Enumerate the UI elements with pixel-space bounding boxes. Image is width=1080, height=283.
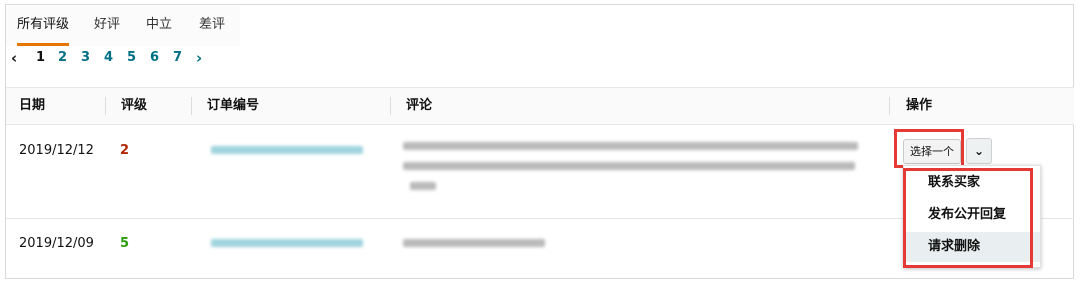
blurred-comment-line xyxy=(403,142,858,150)
blurred-comment-line xyxy=(403,162,855,170)
page-1[interactable]: 1 xyxy=(36,46,45,70)
row-rating: 2 xyxy=(120,143,130,158)
action-dropdown-menu: 联系买家 发布公开回复 请求删除 xyxy=(903,165,1041,268)
prev-page-icon[interactable]: ‹ xyxy=(11,46,17,70)
menu-item-post-public-reply[interactable]: 发布公开回复 xyxy=(904,200,1040,230)
row-rating: 5 xyxy=(120,236,130,251)
page-3[interactable]: 3 xyxy=(81,46,90,70)
blurred-order-id xyxy=(211,146,363,154)
row-date: 2019/12/12 xyxy=(19,143,94,158)
tab-all-ratings[interactable]: 所有评级 xyxy=(17,6,70,46)
blurred-order-id xyxy=(211,239,363,247)
column-divider xyxy=(390,97,391,115)
column-divider xyxy=(105,97,106,115)
header-order-id: 订单编号 xyxy=(207,98,260,113)
column-divider xyxy=(191,97,192,115)
tab-negative[interactable]: 差评 xyxy=(199,6,225,46)
action-select-button[interactable]: 选择一个 xyxy=(903,139,961,164)
row-date: 2019/12/09 xyxy=(19,236,94,251)
rating-tabs: 所有评级 好评 中立 差评 xyxy=(6,6,240,46)
blurred-comment-line xyxy=(403,239,545,247)
tab-neutral[interactable]: 中立 xyxy=(146,6,172,46)
menu-item-contact-buyer[interactable]: 联系买家 xyxy=(904,168,1040,198)
header-rating: 评级 xyxy=(121,98,148,113)
blurred-comment-line xyxy=(410,182,436,190)
header-actions: 操作 xyxy=(906,98,933,113)
header-date: 日期 xyxy=(19,98,46,113)
column-divider xyxy=(889,97,890,115)
page-6[interactable]: 6 xyxy=(150,46,159,70)
page-4[interactable]: 4 xyxy=(104,46,113,70)
page-2[interactable]: 2 xyxy=(58,46,67,70)
page-5[interactable]: 5 xyxy=(127,46,136,70)
header-comment: 评论 xyxy=(406,98,433,113)
chevron-down-icon[interactable]: ⌄ xyxy=(966,138,992,164)
tab-positive[interactable]: 好评 xyxy=(94,6,120,46)
page-7[interactable]: 7 xyxy=(173,46,182,70)
table-header: 日期 评级 订单编号 评论 操作 xyxy=(6,87,1074,125)
next-page-icon[interactable]: › xyxy=(196,46,202,70)
menu-item-request-removal[interactable]: 请求删除 xyxy=(904,232,1040,262)
